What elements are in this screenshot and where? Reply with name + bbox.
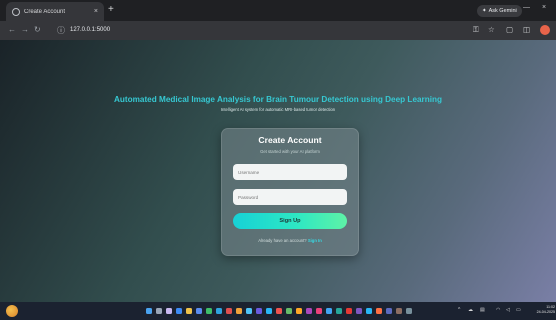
app-icon-20[interactable]	[336, 308, 342, 314]
back-icon[interactable]: ←	[8, 25, 16, 35]
sparkle-icon: ✦	[482, 8, 487, 14]
system-clock[interactable]: 11:02 24-04-2025	[535, 305, 555, 315]
app-icon-17[interactable]	[306, 308, 312, 314]
address-bar: ← → ↻ ⓘ 127.0.0.1:5000 ⚿ ☆ ▢ ◫	[0, 21, 556, 40]
app-icon-18[interactable]	[316, 308, 322, 314]
battery-icon[interactable]: ▭	[516, 307, 521, 313]
start-menu-icon[interactable]	[146, 308, 152, 314]
app-icon-15[interactable]	[286, 308, 292, 314]
app-icon-24[interactable]	[376, 308, 382, 314]
minimize-icon[interactable]: —	[523, 4, 530, 11]
weather-widget-icon[interactable]	[6, 305, 18, 317]
app-icon-11[interactable]	[246, 308, 252, 314]
app-icon-21[interactable]	[346, 308, 352, 314]
cloud-icon[interactable]: ☁	[468, 307, 473, 313]
password-input[interactable]	[233, 189, 347, 205]
bookmark-star-icon[interactable]: ☆	[488, 25, 495, 35]
headline-part-a: Automated Medical Image Analysis for Bra…	[113, 95, 383, 104]
file-explorer-icon[interactable]	[186, 308, 192, 314]
chrome-icon[interactable]	[236, 308, 242, 314]
clock-date: 24-04-2025	[536, 310, 555, 314]
whatsapp-icon[interactable]	[206, 308, 212, 314]
app-icon-12[interactable]	[256, 308, 262, 314]
tab-create-account[interactable]: Create Account ×	[6, 2, 104, 21]
card-footer: Already have an account? Sign In	[222, 238, 358, 243]
reload-icon[interactable]: ↻	[34, 25, 41, 35]
task-view-icon[interactable]	[166, 308, 172, 314]
app-icon-8[interactable]	[216, 308, 222, 314]
username-input[interactable]	[233, 164, 347, 180]
ask-gemini-button[interactable]: ✦ Ask Gemini	[477, 5, 522, 17]
headline-part-b: Deep Learning	[385, 95, 443, 104]
globe-icon	[12, 7, 20, 16]
taskbar: ^ ☁ ▤ ◠ ◁ ▭ 11:02 24-04-2025	[0, 302, 556, 320]
app-icon-22[interactable]	[356, 308, 362, 314]
key-icon[interactable]: ⚿	[473, 25, 479, 35]
search-icon[interactable]	[156, 308, 162, 314]
sidebar-icon[interactable]: ◫	[523, 25, 530, 35]
edge-icon[interactable]	[176, 308, 182, 314]
site-info-icon[interactable]: ⓘ	[57, 25, 65, 36]
page-subtitle: Intelligent AI system for automatic MRI-…	[220, 107, 336, 112]
new-tab-button[interactable]: +	[108, 4, 114, 16]
wifi-icon[interactable]: ◠	[496, 307, 500, 313]
app-icon-19[interactable]	[326, 308, 332, 314]
page-background: Automated Medical Image Analysis for Bra…	[0, 40, 556, 302]
tab-bar: Create Account × + ✦ Ask Gemini — ×	[0, 0, 556, 21]
app-icon-14[interactable]	[276, 308, 282, 314]
app-icon-26[interactable]	[396, 308, 402, 314]
app-icon-25[interactable]	[386, 308, 392, 314]
app-icon-9[interactable]	[226, 308, 232, 314]
ask-gemini-label: Ask Gemini	[488, 8, 517, 14]
app-icon-13[interactable]	[266, 308, 272, 314]
tab-search-icon[interactable]: ▢	[506, 25, 513, 35]
profile-avatar[interactable]	[540, 25, 550, 35]
sign-up-button[interactable]: Sign Up	[233, 213, 347, 229]
tray-chevron-icon[interactable]: ^	[458, 307, 460, 313]
app-icon-23[interactable]	[366, 308, 372, 314]
forward-icon[interactable]: →	[21, 25, 29, 35]
volume-icon[interactable]: ◁	[506, 307, 510, 313]
app-icon-16[interactable]	[296, 308, 302, 314]
window-close-icon[interactable]: ×	[542, 4, 546, 11]
card-title: Create Account	[258, 135, 322, 145]
sign-in-link[interactable]: Sign In	[308, 238, 322, 243]
tab-close-icon[interactable]: ×	[94, 8, 98, 15]
store-icon[interactable]	[196, 308, 202, 314]
page-headline: Automated Medical Image Analysis for Bra…	[0, 95, 556, 104]
url-input[interactable]: 127.0.0.1:5000	[70, 27, 110, 33]
create-account-card: Create Account Get started with your AI …	[221, 128, 359, 256]
app-icon-27[interactable]	[406, 308, 412, 314]
card-subtitle: Get started with your AI platform	[260, 149, 320, 154]
footer-text: Already have an account?	[258, 238, 307, 243]
language-icon[interactable]: ▤	[480, 307, 485, 313]
tab-title: Create Account	[24, 8, 66, 15]
